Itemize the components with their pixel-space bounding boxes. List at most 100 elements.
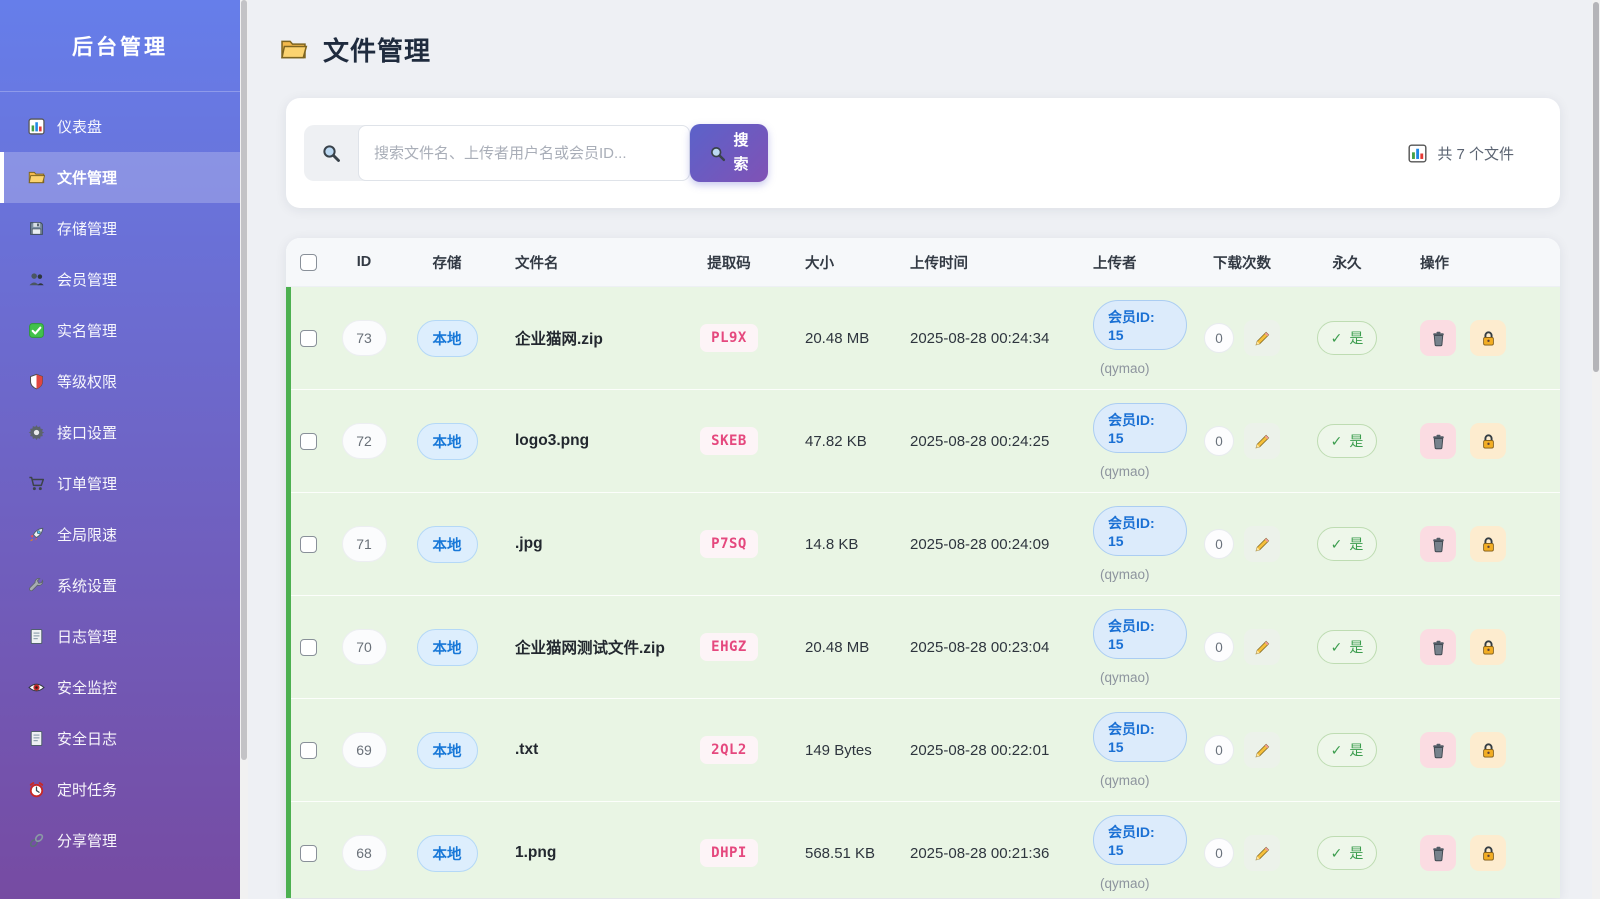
storage-icon: [28, 220, 45, 237]
sidebar-item-0[interactable]: 仪表盘: [0, 101, 240, 152]
extract-code: PL9X: [700, 324, 758, 352]
uploader-cell: 会员ID: 15 (qymao): [1079, 403, 1187, 479]
sidebar-scrollbar-thumb[interactable]: [241, 0, 247, 760]
row-checkbox[interactable]: [300, 845, 317, 862]
lock-button[interactable]: [1470, 629, 1506, 665]
page-scrollbar-thumb[interactable]: [1593, 2, 1599, 372]
sidebar-item-7[interactable]: 订单管理: [0, 458, 240, 509]
id-badge: 70: [342, 629, 387, 665]
eye-icon: [28, 679, 45, 696]
search-card: 搜索 共 7 个文件: [286, 98, 1560, 208]
delete-button[interactable]: [1420, 320, 1456, 356]
upload-time: 2025-08-28 00:21:36: [897, 845, 1079, 862]
sidebar-item-8[interactable]: 全局限速: [0, 509, 240, 560]
pencil-icon: [1254, 433, 1271, 450]
lock-button[interactable]: [1470, 320, 1506, 356]
sidebar-item-3[interactable]: 会员管理: [0, 254, 240, 305]
rocket-icon: [28, 526, 45, 543]
page-title-row: 文件管理: [278, 28, 1592, 70]
uploader-username: (qymao): [1100, 670, 1150, 685]
sidebar-item-10[interactable]: 日志管理: [0, 611, 240, 662]
log-icon: [28, 730, 45, 747]
actions-cell: [1397, 320, 1560, 356]
app-title: 后台管理: [72, 31, 168, 61]
alarm-icon: [28, 781, 45, 798]
actions-cell: [1397, 526, 1560, 562]
uploader-id-badge: 会员ID: 15: [1093, 815, 1187, 865]
delete-button[interactable]: [1420, 423, 1456, 459]
uploader-id-badge: 会员ID: 15: [1093, 506, 1187, 556]
trash-icon: [1430, 742, 1447, 759]
lock-button[interactable]: [1470, 732, 1506, 768]
trash-icon: [1430, 433, 1447, 450]
id-badge: 69: [342, 732, 387, 768]
table-body: 73 本地 企业猫网.zip PL9X 20.48 MB 2025-08-28 …: [286, 287, 1560, 898]
edit-downloads-button[interactable]: [1244, 835, 1280, 871]
check-icon: ✓: [1331, 742, 1343, 759]
file-name: .jpg: [515, 535, 543, 553]
select-all-checkbox[interactable]: [300, 254, 317, 271]
search-input-wrap: [304, 125, 690, 181]
uploader-username: (qymao): [1100, 567, 1150, 582]
search-input[interactable]: [358, 125, 690, 181]
trash-icon: [1430, 845, 1447, 862]
check-icon: ✓: [1331, 433, 1343, 450]
delete-button[interactable]: [1420, 526, 1456, 562]
sidebar-item-9[interactable]: 系统设置: [0, 560, 240, 611]
edit-downloads-button[interactable]: [1244, 423, 1280, 459]
permanent-label: 是: [1349, 328, 1363, 348]
sidebar-item-6[interactable]: 接口设置: [0, 407, 240, 458]
permanent-label: 是: [1349, 637, 1363, 657]
sidebar-scrollbar[interactable]: [240, 0, 248, 899]
lock-button[interactable]: [1470, 423, 1506, 459]
id-badge: 68: [342, 835, 387, 871]
check-icon: ✓: [1331, 639, 1343, 656]
delete-button[interactable]: [1420, 732, 1456, 768]
row-checkbox[interactable]: [300, 742, 317, 759]
sidebar-item-12[interactable]: 安全日志: [0, 713, 240, 764]
actions-cell: [1397, 423, 1560, 459]
col-header-code: 提取码: [679, 252, 779, 273]
row-checkbox[interactable]: [300, 639, 317, 656]
uploader-id-badge: 会员ID: 15: [1093, 609, 1187, 659]
row-checkbox[interactable]: [300, 433, 317, 450]
trash-icon: [1430, 639, 1447, 656]
upload-time: 2025-08-28 00:24:09: [897, 536, 1079, 553]
members-icon: [28, 271, 45, 288]
col-header-uploader: 上传者: [1079, 252, 1187, 273]
permanent-badge: ✓ 是: [1317, 733, 1378, 767]
edit-downloads-button[interactable]: [1244, 629, 1280, 665]
table-header-row: ID 存储 文件名 提取码 大小 上传时间 上传者 下载次数 永久 操作: [286, 238, 1560, 287]
file-name: 企业猫网.zip: [515, 327, 603, 349]
edit-downloads-button[interactable]: [1244, 526, 1280, 562]
sidebar-item-5[interactable]: 等级权限: [0, 356, 240, 407]
row-checkbox[interactable]: [300, 536, 317, 553]
sidebar-item-14[interactable]: 分享管理: [0, 815, 240, 866]
sidebar-item-4[interactable]: 实名管理: [0, 305, 240, 356]
delete-button[interactable]: [1420, 835, 1456, 871]
search-button[interactable]: 搜索: [690, 124, 768, 182]
row-checkbox[interactable]: [300, 330, 317, 347]
lock-button[interactable]: [1470, 526, 1506, 562]
storage-badge: 本地: [417, 629, 478, 666]
delete-button[interactable]: [1420, 629, 1456, 665]
sidebar-item-11[interactable]: 安全监控: [0, 662, 240, 713]
upload-time: 2025-08-28 00:22:01: [897, 742, 1079, 759]
sidebar-item-13[interactable]: 定时任务: [0, 764, 240, 815]
col-header-storage: 存储: [398, 252, 496, 273]
page-scrollbar[interactable]: [1592, 0, 1600, 899]
edit-downloads-button[interactable]: [1244, 732, 1280, 768]
table-row: 70 本地 企业猫网测试文件.zip EHGZ 20.48 MB 2025-08…: [286, 596, 1560, 699]
edit-downloads-button[interactable]: [1244, 320, 1280, 356]
lock-button[interactable]: [1470, 835, 1506, 871]
lock-icon: [1480, 639, 1497, 656]
cart-icon: [28, 475, 45, 492]
sidebar-item-2[interactable]: 存储管理: [0, 203, 240, 254]
permanent-badge: ✓ 是: [1317, 630, 1378, 664]
uploader-id-badge: 会员ID: 15: [1093, 403, 1187, 453]
link-icon: [28, 832, 45, 849]
upload-time: 2025-08-28 00:23:04: [897, 639, 1079, 656]
table-row: 72 本地 logo3.png SKEB 47.82 KB 2025-08-28…: [286, 390, 1560, 493]
storage-badge: 本地: [417, 526, 478, 563]
sidebar-item-1[interactable]: 文件管理: [0, 152, 240, 203]
